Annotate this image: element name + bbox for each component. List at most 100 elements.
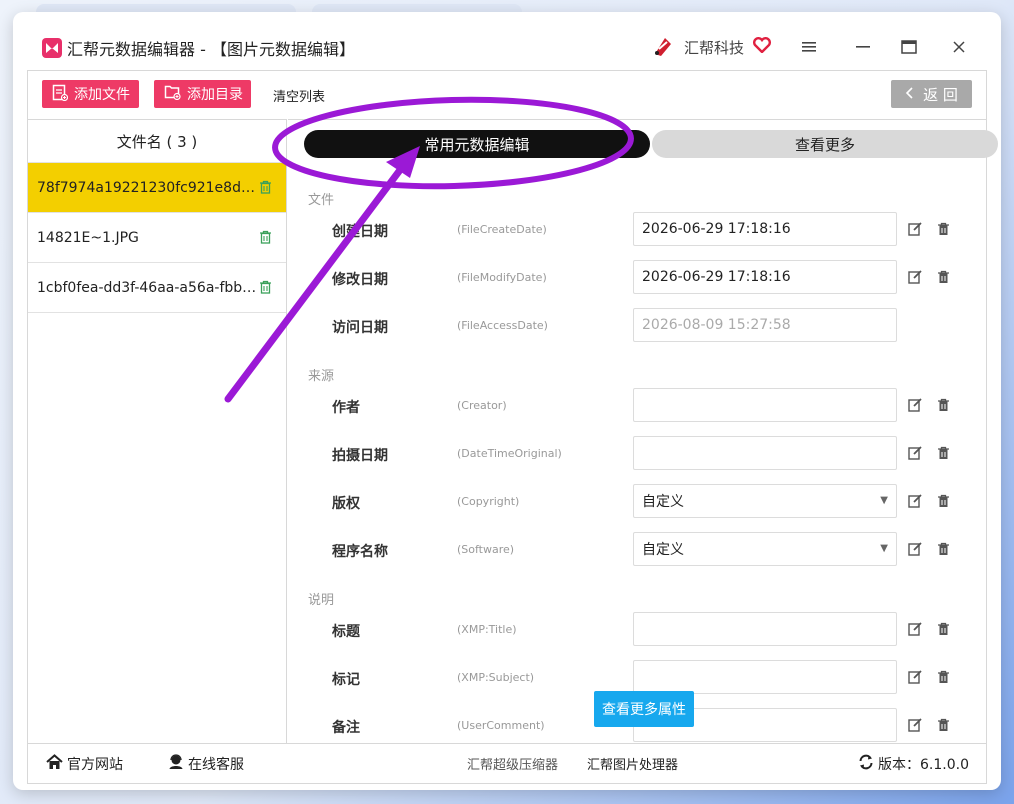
edit-icon[interactable] (908, 541, 922, 560)
field-row-create-date: 创建日期 (FileCreateDate) 2026-06-29 17:18:1… (288, 212, 986, 248)
access-date-input: 2026-08-09 15:27:58 (633, 308, 897, 342)
section-source-label: 来源 (308, 369, 335, 384)
file-name: 14821E~1.JPG (37, 229, 139, 246)
online-support-label: 在线客服 (188, 757, 244, 773)
official-website-label: 官方网站 (67, 757, 123, 773)
home-icon (46, 754, 63, 774)
subject-input[interactable] (633, 660, 897, 694)
field-key: (XMP:Title) (457, 623, 517, 636)
field-value: 2026-06-29 17:18:16 (642, 221, 791, 237)
section-description-label: 说明 (308, 593, 335, 608)
field-key: (Software) (457, 543, 515, 556)
edit-icon[interactable] (908, 397, 922, 416)
edit-icon[interactable] (908, 445, 922, 464)
field-label: 访问日期 (332, 320, 388, 336)
delete-icon[interactable] (937, 221, 950, 240)
view-more-attributes-button[interactable]: 查看更多属性 (594, 691, 694, 727)
metadata-editor-panel: 常用元数据编辑 查看更多 文件 创建日期 (FileCreateDate) 20… (288, 119, 998, 743)
field-label: 拍摄日期 (332, 448, 388, 464)
window-title: 汇帮元数据编辑器 - 【图片元数据编辑】 (67, 40, 355, 59)
folder-add-icon (164, 84, 181, 104)
online-support-link[interactable]: 在线客服 (168, 754, 244, 774)
back-button[interactable]: 返 回 (891, 80, 972, 108)
close-icon[interactable] (947, 36, 971, 58)
delete-icon[interactable] (937, 493, 950, 512)
modify-date-input[interactable]: 2026-06-29 17:18:16 (633, 260, 897, 294)
tab-view-more[interactable]: 查看更多 (652, 130, 998, 158)
field-key: (XMP:Subject) (457, 671, 535, 684)
app-logo-icon (42, 38, 62, 58)
add-file-button[interactable]: 添加文件 (42, 80, 139, 108)
field-key: (Creator) (457, 399, 507, 412)
back-label: 返 回 (923, 85, 958, 104)
create-date-input[interactable]: 2026-06-29 17:18:16 (633, 212, 897, 246)
menu-icon[interactable] (797, 36, 821, 58)
brand-logo-icon (651, 36, 675, 62)
field-row-creator: 作者 (Creator) (288, 388, 986, 424)
file-list-item[interactable]: 78f7974a19221230fc921e8d6e58... (28, 163, 286, 213)
file-name: 78f7974a19221230fc921e8d6e58... (37, 179, 257, 196)
edit-icon[interactable] (908, 669, 922, 688)
brand-name: 汇帮科技 (684, 39, 745, 57)
chevron-left-icon (905, 85, 913, 103)
field-key: (Copyright) (457, 495, 520, 508)
delete-file-icon[interactable] (259, 280, 272, 298)
delete-icon[interactable] (937, 541, 950, 560)
version-info[interactable]: 版本：6.1.0.0 (858, 754, 969, 774)
toolbar: 添加文件 添加目录 清空列表 返 回 (28, 71, 986, 119)
field-row-datetime-original: 拍摄日期 (DateTimeOriginal) (288, 436, 986, 472)
file-list-item[interactable]: 14821E~1.JPG (28, 213, 286, 263)
official-website-link[interactable]: 官方网站 (46, 754, 123, 774)
edit-icon[interactable] (908, 221, 922, 240)
delete-file-icon[interactable] (259, 180, 272, 198)
field-value: 自定义 (642, 494, 684, 510)
footer-bar: 官方网站 在线客服 汇帮超级压缩器 汇帮图片处理器 版本：6.1.0.0 (28, 743, 986, 783)
add-file-label: 添加文件 (74, 87, 130, 103)
version-label: 版本：6.1.0.0 (878, 757, 969, 773)
dropdown-arrow-icon: ▼ (880, 495, 888, 506)
field-label: 标题 (332, 624, 360, 640)
delete-icon[interactable] (937, 445, 950, 464)
field-key: (UserComment) (457, 719, 545, 732)
delete-file-icon[interactable] (259, 230, 272, 248)
edit-icon[interactable] (908, 493, 922, 512)
edit-icon[interactable] (908, 269, 922, 288)
delete-icon[interactable] (937, 621, 950, 640)
maximize-icon[interactable] (897, 36, 921, 58)
delete-icon[interactable] (937, 669, 950, 688)
field-row-software: 程序名称 (Software) 自定义 ▼ (288, 532, 986, 568)
datetime-original-input[interactable] (633, 436, 897, 470)
dropdown-arrow-icon: ▼ (880, 543, 888, 554)
file-add-icon (52, 84, 69, 105)
field-value: 自定义 (642, 542, 684, 558)
add-folder-button[interactable]: 添加目录 (154, 80, 251, 108)
add-folder-label: 添加目录 (187, 87, 243, 103)
file-name: 1cbf0fea-dd3f-46aa-a56a-fbb5... (37, 279, 257, 296)
field-row-copyright: 版权 (Copyright) 自定义 ▼ (288, 484, 986, 520)
edit-icon[interactable] (908, 717, 922, 736)
field-label: 修改日期 (332, 272, 388, 288)
field-key: (FileModifyDate) (457, 271, 547, 284)
tab-common-metadata[interactable]: 常用元数据编辑 (304, 130, 650, 158)
field-value: 2026-06-29 17:18:16 (642, 269, 791, 285)
file-list-item[interactable]: 1cbf0fea-dd3f-46aa-a56a-fbb5... (28, 263, 286, 313)
delete-icon[interactable] (937, 269, 950, 288)
compressor-link[interactable]: 汇帮超级压缩器 (467, 754, 558, 773)
file-list-header: 文件名 ( 3 ) (28, 120, 286, 163)
field-row-access-date: 访问日期 (FileAccessDate) 2026-08-09 15:27:5… (288, 308, 986, 344)
clear-list-button[interactable]: 清空列表 (273, 86, 325, 105)
software-select[interactable]: 自定义 ▼ (633, 532, 897, 566)
field-label: 作者 (332, 400, 360, 416)
copyright-select[interactable]: 自定义 ▼ (633, 484, 897, 518)
delete-icon[interactable] (937, 717, 950, 736)
title-input[interactable] (633, 612, 897, 646)
creator-input[interactable] (633, 388, 897, 422)
delete-icon[interactable] (937, 397, 950, 416)
image-processor-link[interactable]: 汇帮图片处理器 (587, 754, 678, 773)
field-label: 程序名称 (332, 544, 388, 560)
field-value: 2026-08-09 15:27:58 (642, 317, 791, 333)
heart-icon[interactable] (753, 37, 771, 57)
edit-icon[interactable] (908, 621, 922, 640)
field-label: 备注 (332, 720, 360, 736)
minimize-icon[interactable] (851, 36, 875, 58)
